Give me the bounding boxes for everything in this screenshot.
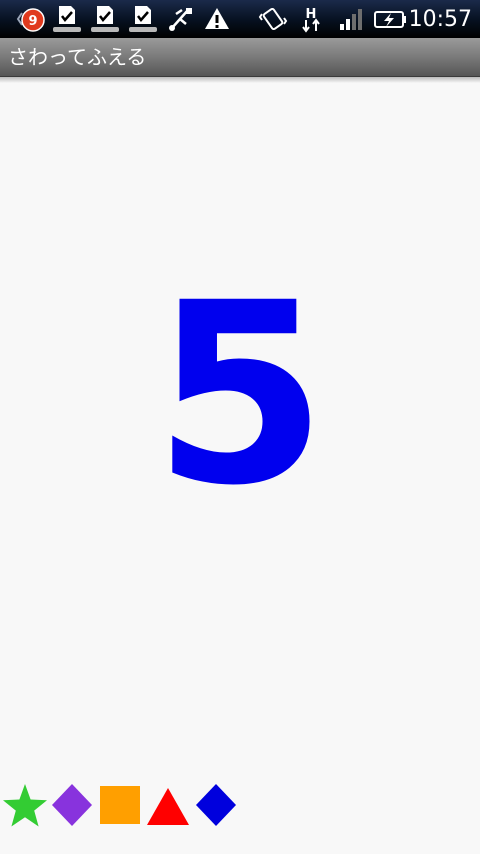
shape-row [0,782,480,834]
notification-count-icon: 9 [16,8,45,32]
svg-text:H: H [306,7,317,22]
status-time: 10:57 [408,7,472,32]
diamond-icon [196,784,236,826]
app-title: さわってふえる [8,45,147,69]
triangle-icon [147,788,189,825]
vibrate-icon [258,7,288,31]
counter-number: 5 [153,249,327,540]
download-complete-icon [53,6,81,32]
battery-charging-icon [374,11,406,28]
touch-area[interactable]: 5 [0,77,480,777]
usb-debug-icon [169,8,192,31]
download-complete-icon [91,6,119,32]
diamond-icon [52,784,92,826]
status-bar: 9 H 10:57 [0,0,480,38]
warning-icon [205,8,229,29]
app-title-bar: さわってふえる [0,38,480,77]
notification-count: 9 [28,14,37,29]
download-complete-icon [129,6,157,32]
square-icon [100,786,140,824]
hspa-data-icon: H [302,7,320,33]
star-icon [3,784,47,827]
signal-strength-icon [340,9,362,30]
